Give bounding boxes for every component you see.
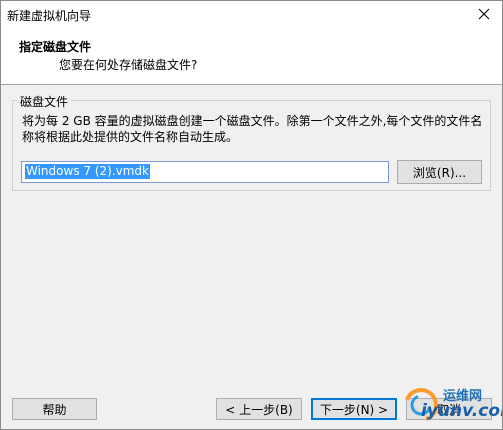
- disk-file-group-label: 磁盘文件: [17, 93, 72, 110]
- next-button[interactable]: 下一步(N) >: [311, 398, 397, 420]
- disk-filename-selected-text: Windows 7 (2).vmdk: [25, 164, 150, 179]
- browse-button[interactable]: 浏览(R)...: [397, 160, 482, 184]
- title-bar: 新建虚拟机向导: [1, 1, 502, 29]
- window-title: 新建虚拟机向导: [7, 9, 92, 23]
- close-button[interactable]: [472, 3, 496, 25]
- disk-filename-input[interactable]: Windows 7 (2).vmdk: [21, 161, 389, 183]
- wizard-header: 指定磁盘文件 您要在何处存储磁盘文件?: [1, 29, 502, 85]
- close-icon: [478, 8, 490, 20]
- cancel-button[interactable]: 取消: [406, 398, 492, 420]
- page-subtitle: 您要在何处存储磁盘文件?: [59, 58, 198, 72]
- page-title: 指定磁盘文件: [19, 40, 92, 54]
- disk-file-description: 将为每 2 GB 容量的虚拟磁盘创建一个磁盘文件。除第一个文件之外,每个文件的文…: [22, 114, 483, 144]
- help-button[interactable]: 帮助: [12, 398, 97, 420]
- back-button[interactable]: < 上一步(B): [216, 398, 302, 420]
- new-vm-wizard-window: 新建虚拟机向导 指定磁盘文件 您要在何处存储磁盘文件? 磁盘文件 将为每 2 G…: [0, 0, 503, 430]
